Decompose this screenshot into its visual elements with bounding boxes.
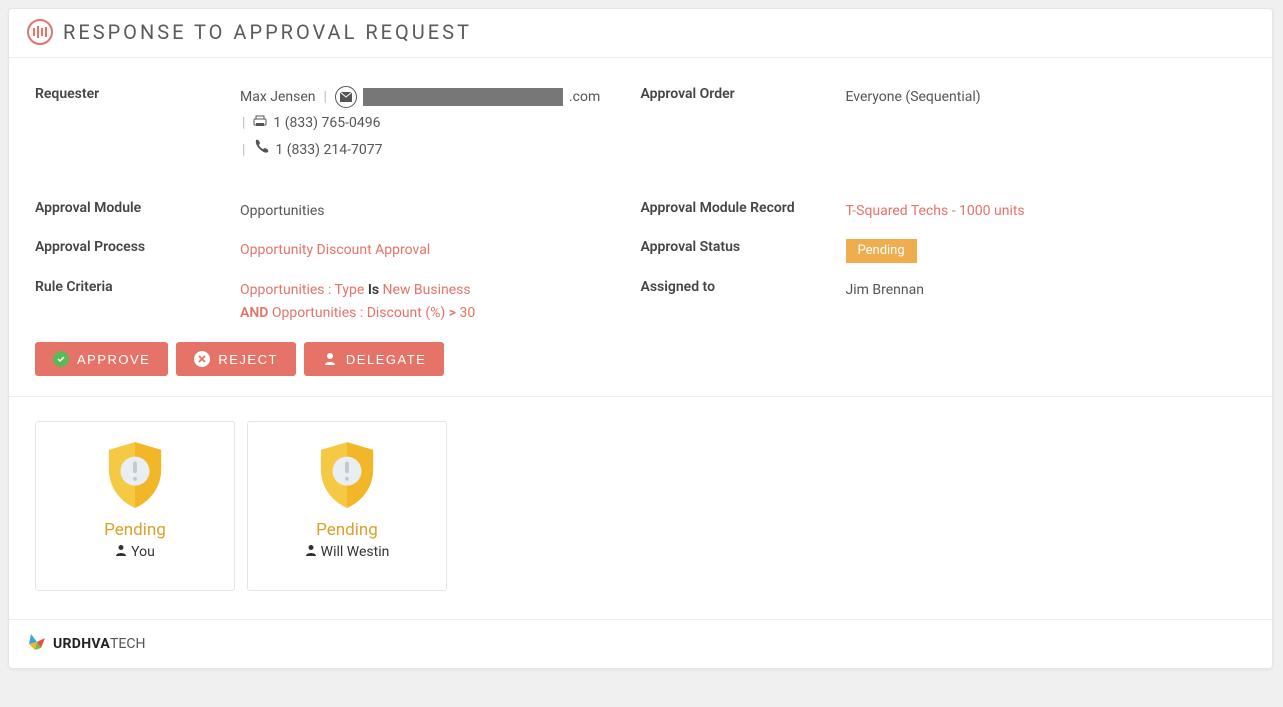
- assigned-to-value: Jim Brennan: [846, 279, 924, 324]
- vendor-brand: URDHVATECH: [53, 636, 145, 652]
- delegate-label: DELEGATE: [346, 352, 426, 367]
- reject-button[interactable]: REJECT: [176, 342, 296, 376]
- separator: |: [242, 112, 245, 134]
- vendor-brand-strong: URDHVA: [53, 636, 110, 652]
- separator: |: [242, 139, 245, 161]
- shield-pending-icon: [105, 440, 165, 510]
- fax-icon: [253, 112, 267, 134]
- status-badge: Pending: [846, 239, 917, 264]
- approval-status-label: Approval Status: [641, 239, 846, 264]
- approver-status: Pending: [258, 520, 436, 540]
- delegate-button[interactable]: DELEGATE: [304, 342, 444, 376]
- rule-connector: AND: [240, 305, 268, 321]
- rule-op-1: Is: [368, 282, 379, 298]
- rule-field-2: Opportunities : Discount (%): [272, 305, 445, 321]
- requester-email-suffix: .com: [569, 86, 600, 108]
- person-icon: [305, 544, 317, 560]
- user-icon: [322, 351, 338, 367]
- requester-value: Max Jensen | .com | 1 (833) 765-0496: [240, 86, 600, 166]
- approval-process-label: Approval Process: [35, 239, 240, 264]
- assigned-to-label: Assigned to: [641, 279, 846, 324]
- rule-field-1: Opportunities : Type: [240, 282, 364, 298]
- reject-label: REJECT: [218, 352, 278, 367]
- requester-email-redacted: [363, 88, 563, 106]
- requester-fax: 1 (833) 765-0496: [273, 112, 380, 134]
- approve-button[interactable]: APPROVE: [35, 342, 168, 376]
- approver-card: Pending You: [35, 421, 235, 591]
- approver-status: Pending: [46, 520, 224, 540]
- app-logo-icon: [27, 19, 53, 45]
- requester-name: Max Jensen: [240, 86, 316, 108]
- separator: |: [324, 86, 327, 108]
- person-icon: [115, 544, 127, 560]
- approval-module-record-link[interactable]: T-Squared Techs - 1000 units: [846, 203, 1025, 219]
- panel-footer: URDHVATECH: [9, 619, 1272, 668]
- approver-name: Will Westin: [321, 544, 390, 560]
- phone-icon: [253, 139, 269, 162]
- approval-process-link[interactable]: Opportunity Discount Approval: [240, 242, 430, 258]
- requester-phone: 1 (833) 214-7077: [275, 139, 382, 161]
- vendor-brand-light: TECH: [110, 636, 145, 652]
- panel-header: RESPONSE TO APPROVAL REQUEST: [9, 9, 1272, 58]
- rule-criteria-value: Opportunities : Type Is New Business AND…: [240, 279, 475, 324]
- approver-cards: Pending You Pending: [35, 397, 1246, 609]
- approval-module-value: Opportunities: [240, 200, 325, 222]
- approve-label: APPROVE: [77, 352, 150, 367]
- rule-val-1: New Business: [383, 282, 471, 298]
- cross-icon: [194, 351, 210, 367]
- approver-name: You: [131, 544, 155, 560]
- rule-criteria-label: Rule Criteria: [35, 279, 240, 324]
- approval-order-value: Everyone (Sequential): [846, 86, 981, 166]
- rule-val-2: 30: [459, 305, 475, 321]
- page-title: RESPONSE TO APPROVAL REQUEST: [63, 20, 472, 44]
- approval-module-label: Approval Module: [35, 200, 240, 222]
- check-icon: [53, 351, 69, 367]
- requester-label: Requester: [35, 86, 240, 166]
- approval-module-record-label: Approval Module Record: [641, 200, 846, 222]
- vendor-logo-icon: [27, 632, 47, 656]
- rule-op-2: >: [449, 305, 456, 321]
- approver-card: Pending Will Westin: [247, 421, 447, 591]
- shield-pending-icon: [317, 440, 377, 510]
- email-icon: [335, 86, 357, 108]
- approval-order-label: Approval Order: [641, 86, 846, 166]
- approval-response-panel: RESPONSE TO APPROVAL REQUEST Requester M…: [8, 8, 1273, 669]
- action-bar: APPROVE REJECT DELEGATE: [35, 342, 1246, 396]
